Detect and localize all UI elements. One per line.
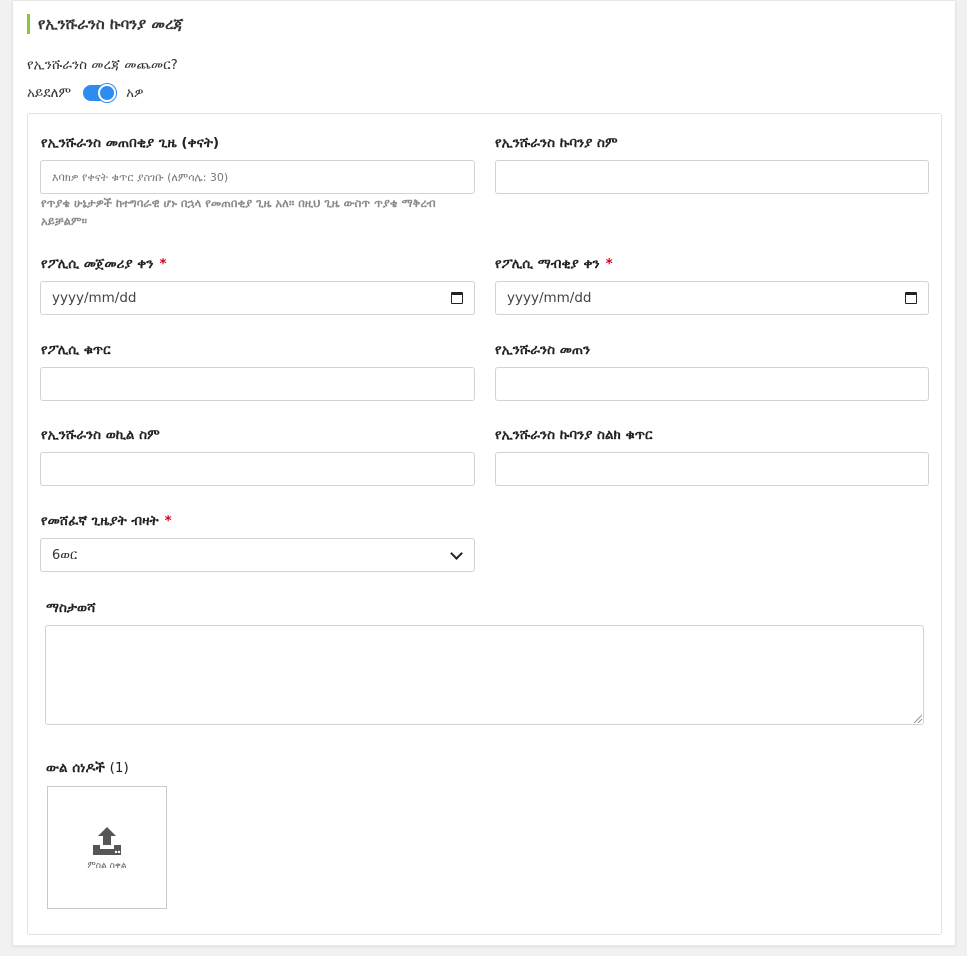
attachments-label-text: ውል ሰነዶች — [46, 760, 105, 776]
notes-wrapper — [45, 625, 924, 725]
insurance-card: የኢንሹራንስ ኩባንያ መረጃ የኢንሹራንስ መረጃ መጨመር? አይደለም… — [12, 0, 956, 946]
insurance-toggle-row: አይደለም አዎ — [27, 83, 144, 103]
policy-end-label-text: የፖሊሲ ማብቂያ ቀን — [495, 256, 600, 272]
toggle-on-label: አዎ — [126, 85, 144, 101]
calendar-icon[interactable] — [451, 292, 463, 304]
insurance-toggle-switch[interactable] — [83, 84, 118, 102]
grace-period-label: የኢንሹራንስ መጠበቂያ ጊዜ (ቀናት) — [41, 135, 220, 151]
company-name-label: የኢንሹራንስ ኩባንያ ስም — [495, 135, 618, 151]
insurance-amount-input[interactable] — [495, 367, 929, 401]
policy-start-date-input[interactable]: yyyy/mm/dd — [40, 281, 475, 315]
policy-number-label: የፖሊሲ ቁጥር — [41, 342, 111, 358]
toggle-off-label: አይደለም — [27, 85, 72, 101]
required-mark: * — [159, 256, 167, 272]
reminder-count-select[interactable]: 6ወር — [40, 538, 475, 572]
policy-end-value: yyyy/mm/dd — [507, 290, 592, 306]
grace-period-input[interactable] — [40, 160, 475, 194]
policy-number-input[interactable] — [40, 367, 475, 401]
notes-textarea[interactable] — [45, 625, 924, 725]
agent-name-input[interactable] — [40, 452, 475, 486]
insurance-form-panel: የኢንሹራንስ መጠበቂያ ጊዜ (ቀናት) የጥያቄ ሁኔታዎች ከተግባራዊ… — [27, 113, 942, 935]
policy-end-date-input[interactable]: yyyy/mm/dd — [495, 281, 929, 315]
attachments-count: (1) — [109, 760, 129, 776]
reminder-count-label: የመሸፈኛ ጊዜያት ብዛት * — [41, 512, 172, 530]
upload-icon — [93, 826, 121, 855]
upload-image-button[interactable]: ምስል ስቀል — [47, 786, 167, 909]
company-name-input[interactable] — [495, 160, 929, 194]
attachments-label: ውል ሰነዶች (1) — [46, 759, 129, 777]
required-mark: * — [605, 256, 613, 272]
reminder-count-selected: 6ወር — [52, 547, 78, 563]
reminder-count-label-text: የመሸፈኛ ጊዜያት ብዛት — [41, 513, 159, 529]
required-mark: * — [164, 513, 172, 529]
chevron-down-icon — [450, 546, 463, 560]
calendar-icon[interactable] — [905, 292, 917, 304]
notes-label: ማስታወሻ — [46, 600, 96, 616]
company-phone-input[interactable] — [495, 452, 929, 486]
upload-caption: ምስል ስቀል — [87, 860, 127, 871]
insurance-amount-label: የኢንሹራንስ መጠን — [495, 342, 591, 358]
policy-start-value: yyyy/mm/dd — [52, 290, 137, 306]
resize-grip-icon[interactable] — [914, 715, 922, 723]
agent-name-label: የኢንሹራንስ ወኪል ስም — [41, 427, 160, 443]
section-title: የኢንሹራንስ ኩባንያ መረጃ — [27, 14, 183, 34]
grace-period-helper: የጥያቄ ሁኔታዎች ከተግባራዊ ሆኑ በኋላ የመጠበቂያ ጊዜ አለ። በ… — [41, 196, 436, 228]
company-phone-label: የኢንሹራንስ ኩባንያ ስልክ ቁጥር — [495, 427, 653, 443]
policy-end-label: የፖሊሲ ማብቂያ ቀን * — [495, 255, 613, 273]
toggle-knob — [98, 84, 117, 102]
policy-start-label-text: የፖሊሲ መጀመሪያ ቀን — [41, 256, 154, 272]
policy-start-label: የፖሊሲ መጀመሪያ ቀን * — [41, 255, 167, 273]
add-insurance-question: የኢንሹራንስ መረጃ መጨመር? — [27, 57, 178, 73]
